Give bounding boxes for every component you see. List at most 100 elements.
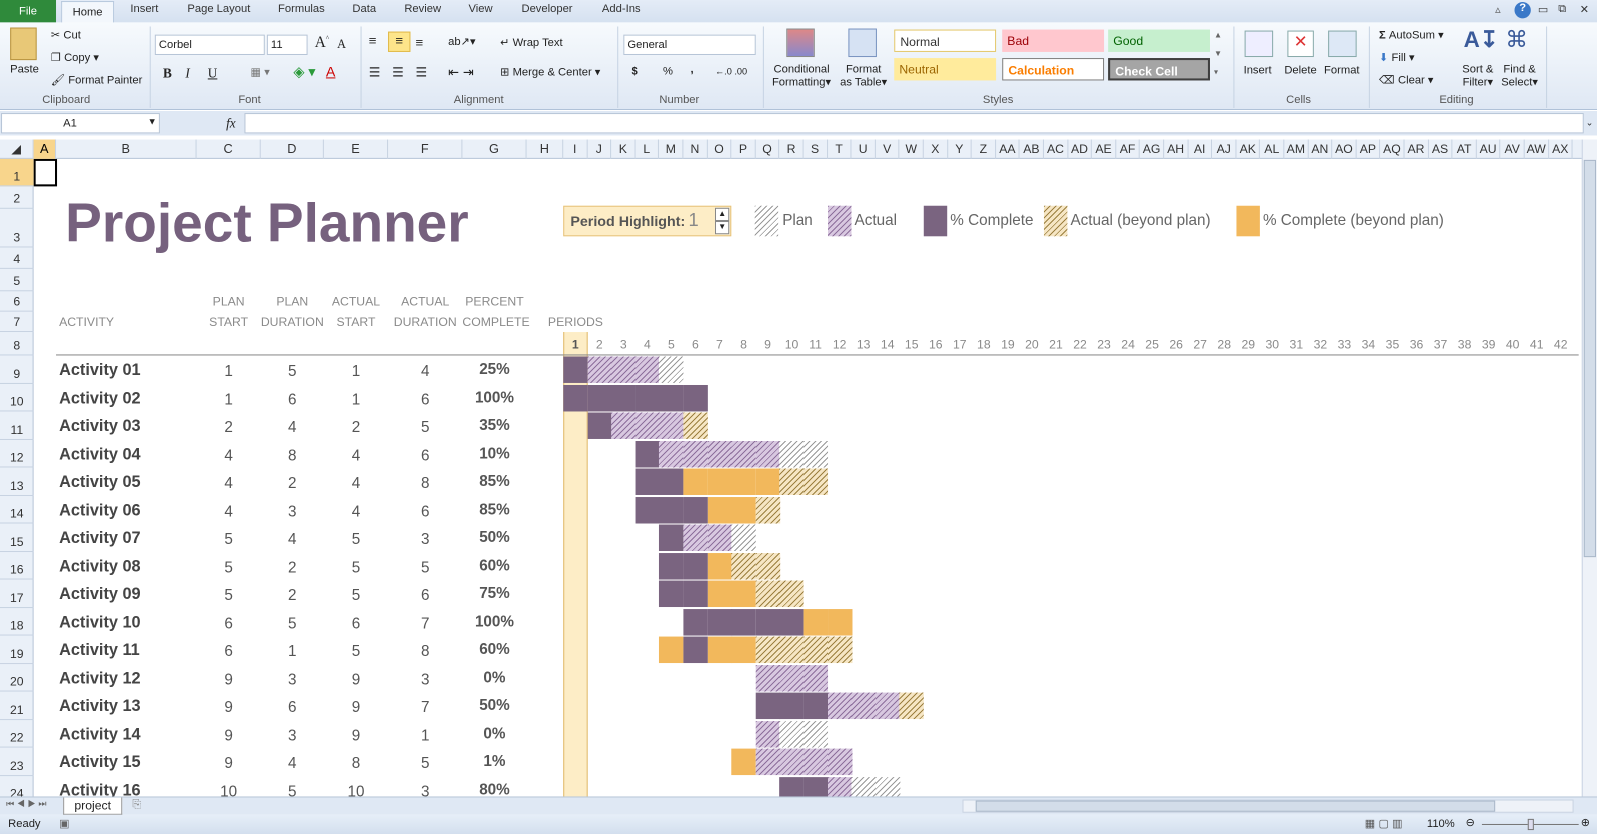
column-header-AB[interactable]: AB <box>1020 139 1044 159</box>
plan-duration[interactable]: 6 <box>261 391 324 408</box>
percent-complete[interactable]: 100% <box>462 389 526 406</box>
paste-icon[interactable] <box>10 27 37 61</box>
activity-name[interactable]: Activity 14 <box>59 726 141 744</box>
column-header-AN[interactable]: AN <box>1308 139 1333 159</box>
select-all-button[interactable]: ◢ <box>0 139 34 159</box>
column-header-AL[interactable]: AL <box>1260 139 1285 159</box>
grow-font-icon[interactable]: A^ <box>315 35 329 52</box>
column-header-V[interactable]: V <box>876 139 900 159</box>
font-color-icon[interactable]: A <box>326 63 336 79</box>
plan-duration[interactable]: 2 <box>261 475 324 492</box>
activity-name[interactable]: Activity 11 <box>59 642 140 660</box>
column-header-AF[interactable]: AF <box>1116 139 1141 159</box>
column-header-Q[interactable]: Q <box>756 139 780 159</box>
name-box-dropdown-icon[interactable]: ▼ <box>148 116 157 126</box>
actual-duration[interactable]: 5 <box>388 419 462 436</box>
column-header-AW[interactable]: AW <box>1525 139 1549 159</box>
row-header-12[interactable]: 12 <box>0 439 34 468</box>
new-sheet-icon[interactable]: ⎘ <box>132 799 141 812</box>
activity-name[interactable]: Activity 03 <box>59 418 141 436</box>
cut-button[interactable]: ✂ Cut <box>51 29 81 42</box>
align-top-icon[interactable]: ≡ <box>369 33 377 48</box>
autosum-button[interactable]: Σ AutoSum ▾ <box>1379 29 1444 42</box>
number-format-select[interactable]: General <box>623 34 756 55</box>
align-left-icon[interactable]: ☰ <box>369 64 381 80</box>
cell-style-normal[interactable]: Normal <box>894 29 997 52</box>
bold-button[interactable]: B <box>163 65 172 81</box>
format-painter-button[interactable]: 🖌 Format Painter <box>51 73 142 86</box>
actual-duration[interactable]: 8 <box>388 475 462 492</box>
plan-duration[interactable]: 2 <box>261 559 324 576</box>
actual-start[interactable]: 5 <box>324 531 388 548</box>
row-header-2[interactable]: 2 <box>0 186 34 209</box>
spinner-up-icon[interactable]: ▲ <box>714 207 730 222</box>
activity-name[interactable]: Activity 08 <box>59 558 141 576</box>
copy-button[interactable]: ❐ Copy ▾ <box>51 51 99 64</box>
help-icon[interactable]: ? <box>1514 2 1531 19</box>
plan-duration[interactable]: 5 <box>261 783 324 797</box>
column-header-H[interactable]: H <box>527 139 564 159</box>
percent-complete[interactable]: 10% <box>462 445 526 462</box>
align-right-icon[interactable]: ☰ <box>416 64 428 80</box>
actual-start[interactable]: 1 <box>324 363 388 380</box>
delete-button[interactable]: Delete <box>1284 64 1316 76</box>
actual-start[interactable]: 8 <box>324 755 388 772</box>
italic-button[interactable]: I <box>185 65 189 81</box>
delete-cells-icon[interactable]: ✕ <box>1287 30 1314 58</box>
actual-start[interactable]: 2 <box>324 419 388 436</box>
column-header-U[interactable]: U <box>852 139 876 159</box>
activity-name[interactable]: Activity 07 <box>59 530 141 548</box>
actual-start[interactable]: 5 <box>324 559 388 576</box>
actual-start[interactable]: 6 <box>324 615 388 632</box>
column-header-K[interactable]: K <box>611 139 636 159</box>
row-header-3[interactable]: 3 <box>0 209 34 248</box>
font-size-select[interactable]: 11 <box>266 34 308 55</box>
column-header-S[interactable]: S <box>804 139 828 159</box>
tab-formulas[interactable]: Formulas <box>278 3 325 15</box>
view-buttons[interactable]: ▦ ▢ ▥ <box>1365 817 1403 830</box>
actual-duration[interactable]: 6 <box>388 587 462 604</box>
plan-duration[interactable]: 5 <box>261 363 324 380</box>
percent-complete[interactable]: 60% <box>462 641 526 658</box>
tab-page-layout[interactable]: Page Layout <box>187 3 250 15</box>
column-header-G[interactable]: G <box>462 139 527 159</box>
row-header-5[interactable]: 5 <box>0 269 34 292</box>
percent-complete[interactable]: 35% <box>462 417 526 434</box>
actual-duration[interactable]: 1 <box>388 727 462 744</box>
column-header-F[interactable]: F <box>388 139 463 159</box>
clear-button[interactable]: ⌫ Clear ▾ <box>1379 73 1433 86</box>
column-header-AH[interactable]: AH <box>1164 139 1189 159</box>
percent-complete[interactable]: 0% <box>462 669 526 686</box>
tab-review[interactable]: Review <box>404 3 441 15</box>
decimal-icons[interactable]: ←.0 .00 <box>715 66 747 76</box>
actual-start[interactable]: 9 <box>324 671 388 688</box>
sheet-tab-project[interactable]: project <box>63 797 123 815</box>
spinner-down-icon[interactable]: ▼ <box>714 221 730 235</box>
row-header-15[interactable]: 15 <box>0 524 34 552</box>
plan-duration[interactable]: 5 <box>261 615 324 632</box>
column-header-T[interactable]: T <box>828 139 852 159</box>
macro-record-icon[interactable]: ▣ <box>59 817 70 830</box>
column-header-AR[interactable]: AR <box>1405 139 1429 159</box>
cell-style-calculation[interactable]: Calculation <box>1002 58 1105 81</box>
zoom-level[interactable]: 110% <box>1427 818 1455 830</box>
currency-button[interactable]: $ <box>631 65 637 77</box>
activity-name[interactable]: Activity 06 <box>59 502 141 520</box>
column-header-AX[interactable]: AX <box>1549 139 1573 159</box>
percent-complete[interactable]: 0% <box>462 725 526 742</box>
window-close-icon[interactable]: ✕ <box>1580 3 1589 16</box>
selected-cell-a1[interactable] <box>33 158 58 187</box>
plan-start[interactable]: 9 <box>197 755 261 772</box>
column-header-AV[interactable]: AV <box>1501 139 1525 159</box>
plan-duration[interactable]: 3 <box>261 671 324 688</box>
find-select-button[interactable]: Find & Select▾ <box>1499 63 1540 88</box>
tab-developer[interactable]: Developer <box>521 3 572 15</box>
horizontal-scroll-thumb[interactable] <box>975 800 1496 812</box>
window-restore-icon[interactable]: ⧉ <box>1558 3 1566 16</box>
row-header-17[interactable]: 17 <box>0 580 34 608</box>
column-header-D[interactable]: D <box>261 139 324 159</box>
plan-start[interactable]: 1 <box>197 363 261 380</box>
activity-name[interactable]: Activity 16 <box>59 782 141 797</box>
column-header-AJ[interactable]: AJ <box>1212 139 1237 159</box>
actual-duration[interactable]: 3 <box>388 531 462 548</box>
